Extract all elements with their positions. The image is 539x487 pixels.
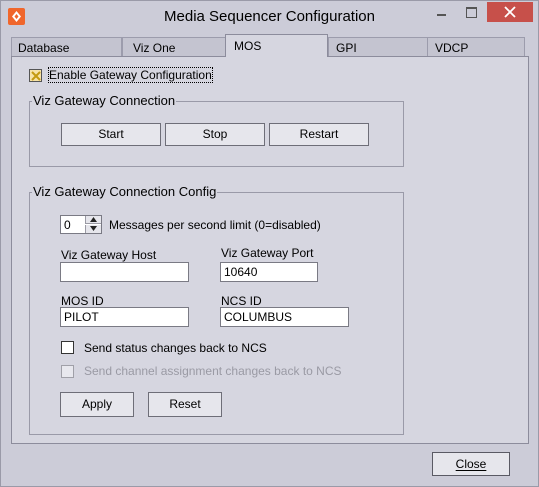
send-status-label[interactable]: Send status changes back to NCS xyxy=(84,341,267,355)
spin-down-icon[interactable] xyxy=(85,225,101,233)
rate-limit-spinner[interactable]: 0 xyxy=(60,215,102,234)
tab-mos[interactable]: MOS xyxy=(225,34,328,57)
close-button-label: Close xyxy=(455,457,487,471)
window-close-icon[interactable] xyxy=(487,2,533,22)
enable-gateway-checkbox[interactable] xyxy=(29,69,42,82)
tab-database[interactable]: Database xyxy=(11,37,122,56)
tab-strip: Database Viz One MOS GPI VDCP xyxy=(11,34,529,57)
tab-vdcp[interactable]: VDCP xyxy=(427,37,525,56)
start-button[interactable]: Start xyxy=(61,123,161,146)
config-window: Media Sequencer Configuration Database V… xyxy=(0,0,539,487)
rate-limit-label: Messages per second limit (0=disabled) xyxy=(109,218,321,232)
reset-button[interactable]: Reset xyxy=(148,392,222,417)
spin-up-icon[interactable] xyxy=(85,216,101,224)
gateway-host-label: Viz Gateway Host xyxy=(61,248,157,262)
tab-viz-one[interactable]: Viz One xyxy=(122,37,227,56)
minimize-icon[interactable] xyxy=(428,2,456,22)
gateway-connection-group: Viz Gateway Connection Start Stop Restar… xyxy=(29,93,404,167)
tab-gpi[interactable]: GPI xyxy=(328,37,428,56)
apply-button[interactable]: Apply xyxy=(60,392,134,417)
maximize-icon[interactable] xyxy=(457,2,485,22)
send-channel-checkbox[interactable] xyxy=(61,365,74,378)
stop-button[interactable]: Stop xyxy=(165,123,265,146)
mos-id-label: MOS ID xyxy=(61,294,104,308)
close-button[interactable]: Close xyxy=(432,452,510,476)
title-bar[interactable]: Media Sequencer Configuration xyxy=(1,1,538,32)
gateway-port-label: Viz Gateway Port xyxy=(221,246,314,260)
gateway-host-input[interactable] xyxy=(60,262,189,282)
enable-gateway-label[interactable]: Enable Gateway Configuration xyxy=(48,67,213,83)
restart-button[interactable]: Restart xyxy=(269,123,369,146)
gateway-config-title: Viz Gateway Connection Config xyxy=(32,184,218,199)
gateway-connection-title: Viz Gateway Connection xyxy=(32,93,177,108)
send-channel-label: Send channel assignment changes back to … xyxy=(84,364,342,378)
ncs-id-input[interactable] xyxy=(220,307,349,327)
send-status-checkbox[interactable] xyxy=(61,341,74,354)
ncs-id-label: NCS ID xyxy=(221,294,262,308)
mos-tab-panel: Enable Gateway Configuration Viz Gateway… xyxy=(11,56,529,444)
rate-limit-value[interactable]: 0 xyxy=(64,218,71,232)
mos-id-input[interactable] xyxy=(60,307,189,327)
gateway-port-input[interactable] xyxy=(220,262,318,282)
